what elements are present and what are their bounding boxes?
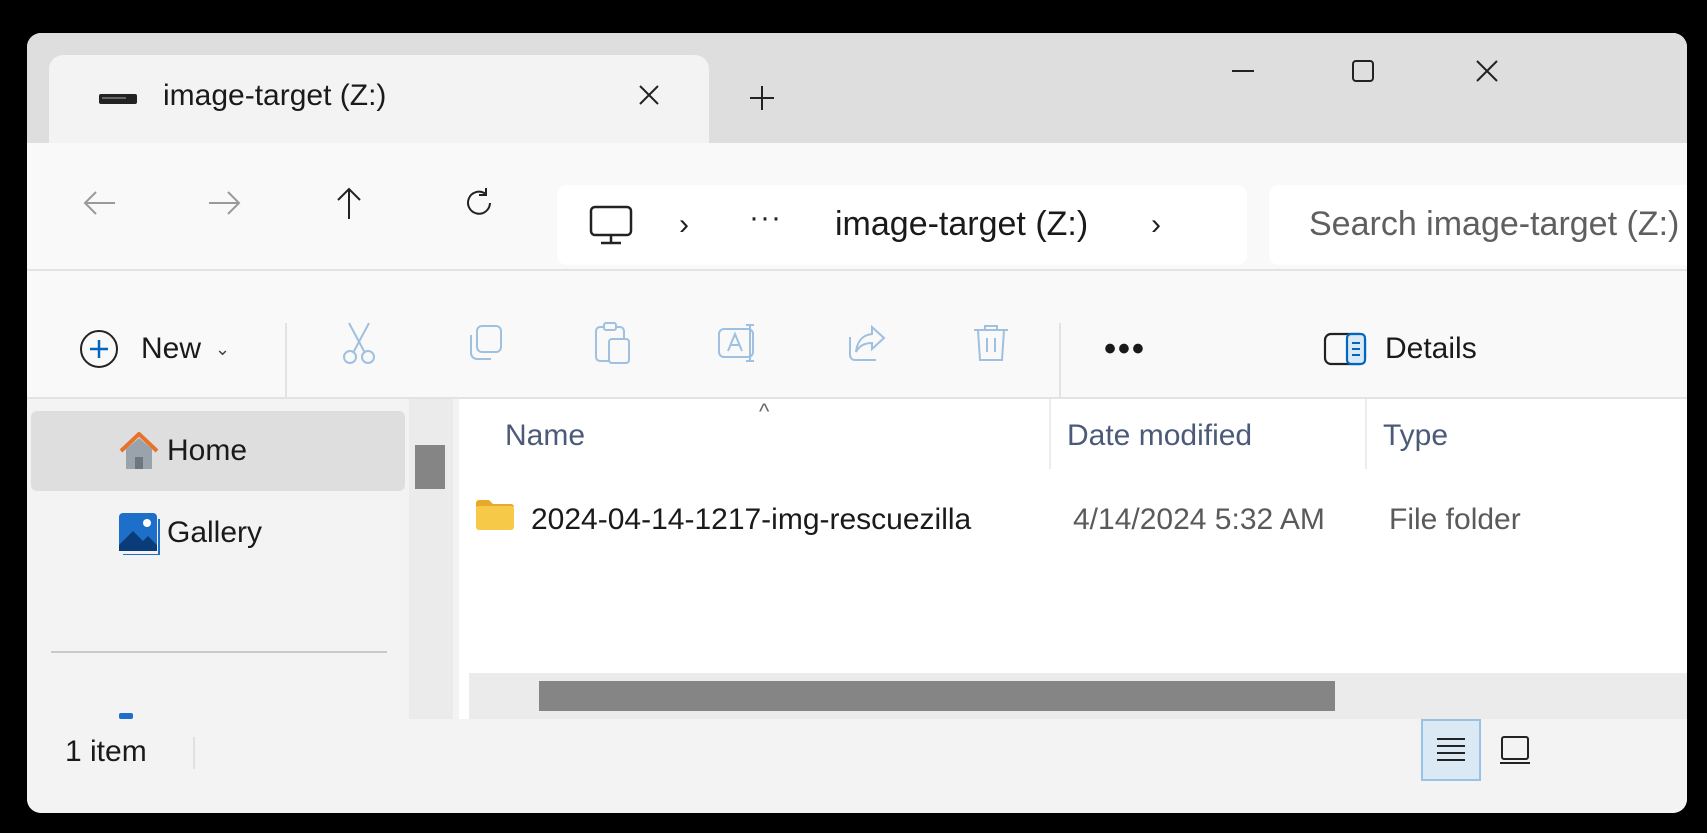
this-pc-icon	[589, 205, 633, 245]
file-explorer-window: image-target (Z:) › ··· image-target (Z:…	[27, 33, 1687, 813]
new-tab-button[interactable]	[737, 73, 787, 123]
up-arrow-icon	[337, 187, 361, 219]
new-button-label: New	[141, 332, 202, 365]
cut-button[interactable]	[329, 313, 389, 373]
status-divider	[193, 737, 195, 769]
close-icon	[639, 85, 659, 105]
sidebar-item-gallery[interactable]: Gallery	[31, 493, 405, 573]
details-label: Details	[1385, 332, 1477, 365]
share-icon	[849, 324, 886, 361]
sidebar-divider	[51, 651, 387, 653]
search-placeholder: Search image-target (Z:)	[1309, 205, 1680, 243]
rename-button[interactable]	[709, 313, 769, 373]
scrollbar-thumb[interactable]	[415, 445, 445, 489]
column-header-name[interactable]: Name	[505, 419, 585, 453]
minimize-icon	[1232, 70, 1254, 72]
plus-circle-icon	[80, 330, 118, 368]
address-bar[interactable]: › ··· image-target (Z:) ›	[557, 185, 1247, 265]
breadcrumb-overflow-button[interactable]: ···	[749, 201, 782, 235]
breadcrumb-item-image-target[interactable]: image-target (Z:)	[835, 205, 1088, 244]
tab-close-button[interactable]	[627, 73, 671, 117]
refresh-icon	[467, 188, 491, 215]
column-header-date-modified[interactable]: Date modified	[1067, 419, 1252, 453]
more-options-button[interactable]: •••	[1095, 319, 1155, 379]
sidebar-item-label: Home	[167, 434, 248, 467]
close-icon	[1476, 60, 1498, 82]
toolbar-divider	[285, 323, 287, 403]
delete-button[interactable]	[961, 313, 1021, 373]
item-count: 1 item	[65, 735, 147, 768]
trash-icon	[974, 325, 1008, 361]
navigation-pane: Home Gallery	[27, 399, 409, 719]
search-input[interactable]: Search image-target (Z:)	[1269, 185, 1687, 265]
file-type: File folder	[1389, 503, 1521, 536]
toolbar-divider	[1059, 323, 1061, 403]
details-pane-icon	[1323, 332, 1367, 366]
home-icon	[119, 432, 159, 469]
sidebar-item-label: Gallery	[167, 516, 263, 549]
tab-title: image-target (Z:)	[163, 79, 387, 112]
file-list-horizontal-scrollbar[interactable]	[469, 673, 1687, 719]
rename-icon	[718, 324, 754, 362]
maximize-button[interactable]	[1333, 47, 1393, 95]
paste-button[interactable]	[583, 313, 643, 373]
title-bar: image-target (Z:)	[27, 33, 1687, 143]
back-button[interactable]	[69, 173, 129, 233]
command-bar: New ⌄ ••• Details	[27, 271, 1687, 403]
tiles-view-icon	[1500, 736, 1530, 764]
sidebar-vertical-scrollbar[interactable]	[409, 399, 453, 719]
file-date-modified: 4/14/2024 5:32 AM	[1073, 503, 1325, 536]
column-header-type[interactable]: Type	[1383, 419, 1448, 453]
gallery-icon	[119, 513, 160, 555]
tab-image-target[interactable]: image-target (Z:)	[49, 55, 709, 143]
paste-icon	[595, 322, 630, 364]
folder-icon	[476, 500, 514, 530]
file-list: ^ Name Date modified Type 2024-04-14-121…	[459, 399, 1687, 719]
details-pane-button[interactable]: Details	[1323, 319, 1477, 379]
maximize-icon	[1352, 60, 1374, 82]
plus-icon	[750, 86, 774, 110]
share-button[interactable]	[837, 313, 897, 373]
column-divider[interactable]	[1365, 399, 1367, 469]
chevron-down-icon: ⌄	[215, 338, 231, 359]
forward-button[interactable]	[195, 173, 255, 233]
cut-icon	[343, 322, 375, 364]
table-row[interactable]: 2024-04-14-1217-img-rescuezilla 4/14/202…	[459, 487, 1659, 551]
minimize-button[interactable]	[1213, 47, 1273, 95]
breadcrumb-separator[interactable]: ›	[679, 208, 689, 242]
details-view-icon	[1437, 738, 1465, 761]
close-window-button[interactable]	[1457, 47, 1517, 95]
back-arrow-icon	[83, 191, 115, 215]
sort-ascending-icon: ^	[759, 399, 770, 424]
navigation-bar: › ··· image-target (Z:) › Search image-t…	[27, 143, 1687, 271]
tiles-view-button[interactable]	[1485, 719, 1545, 781]
new-button[interactable]: New ⌄	[79, 319, 230, 379]
sidebar-item-home[interactable]: Home	[31, 411, 405, 491]
forward-arrow-icon	[209, 191, 241, 215]
column-divider[interactable]	[1049, 399, 1051, 469]
scrollbar-thumb[interactable]	[539, 681, 1335, 711]
file-name: 2024-04-14-1217-img-rescuezilla	[531, 503, 972, 536]
copy-icon	[470, 325, 502, 360]
status-bar: 1 item	[27, 719, 1687, 813]
breadcrumb-separator[interactable]: ›	[1151, 208, 1161, 242]
copy-button[interactable]	[455, 313, 515, 373]
up-button[interactable]	[319, 173, 379, 233]
refresh-button[interactable]	[449, 173, 509, 233]
drive-icon	[99, 94, 137, 104]
details-view-button[interactable]	[1421, 719, 1481, 781]
